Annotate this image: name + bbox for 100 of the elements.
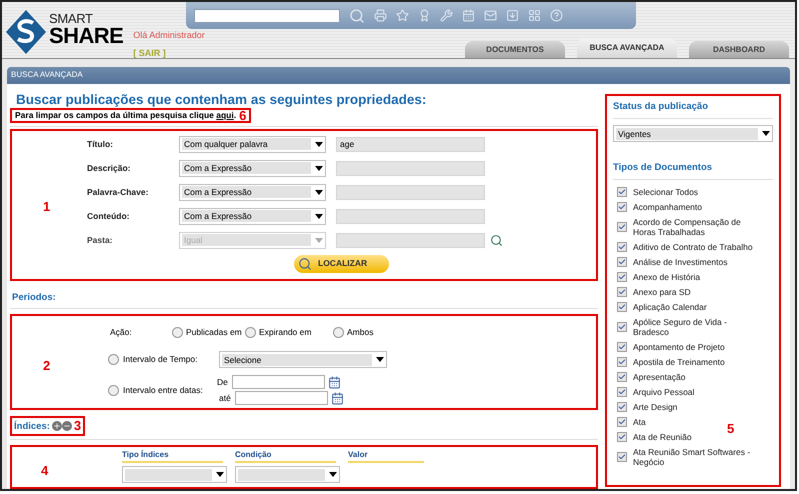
help-icon[interactable] [550, 9, 563, 22]
field-label: Palavra-Chave: [87, 186, 150, 199]
column-header: Tipo Índices [122, 449, 223, 463]
search-icon[interactable] [349, 8, 365, 24]
star-icon[interactable] [396, 9, 409, 22]
wrench-icon[interactable] [440, 9, 453, 22]
mail-icon[interactable] [484, 9, 497, 22]
field-label: Descrição: [87, 162, 132, 175]
checkbox-label: Aplicação Calendar [633, 302, 708, 312]
dropdown-caret-icon [315, 214, 323, 219]
checkbox[interactable] [617, 242, 627, 252]
calendar-icon[interactable] [328, 376, 341, 388]
checkbox[interactable] [617, 342, 627, 352]
checkbox[interactable] [617, 357, 627, 368]
dropdown[interactable] [122, 466, 227, 483]
checkbox-label: Ata Reunião Smart Softwares - Negócio [633, 447, 752, 468]
panel-title: Status da publicação [613, 100, 710, 114]
input-field[interactable] [336, 208, 485, 224]
checkbox-label: Aditivo de Contrato de Trabalho [633, 242, 754, 252]
radio-label: Intervalo entre datas: [123, 384, 204, 396]
radio-button[interactable] [245, 326, 256, 338]
checkbox[interactable] [617, 387, 627, 398]
checkbox[interactable] [617, 452, 627, 462]
date-label: De [217, 376, 229, 388]
checkbox[interactable] [617, 222, 627, 232]
tab[interactable]: DASHBOARD [689, 41, 789, 58]
dropdown-caret-icon [315, 166, 323, 171]
dropdown[interactable]: Selecione [219, 351, 387, 368]
grid-icon[interactable] [528, 9, 541, 22]
checkbox-label: Ata [633, 417, 647, 428]
dropdown-caret-icon [329, 472, 337, 477]
add-icon[interactable] [52, 421, 62, 431]
field-label: Pasta: [87, 234, 114, 247]
checkbox[interactable] [617, 287, 627, 298]
checkbox-label: Acompanhamento [633, 202, 703, 212]
field-label: Ação: [110, 326, 133, 339]
checkbox[interactable] [617, 272, 627, 282]
input-field[interactable] [336, 232, 485, 248]
search-field[interactable] [194, 8, 340, 22]
magnifier-icon [298, 256, 312, 271]
annotation-number: 4 [41, 462, 48, 480]
checkbox[interactable] [617, 257, 627, 268]
search-button[interactable]: LOCALIZAR [294, 254, 389, 273]
dropdown[interactable]: Com a Expressão [179, 160, 326, 177]
checkbox-label: Acordo de Compensação de Horas Trabalhadas [633, 217, 742, 238]
input-field[interactable] [336, 184, 485, 200]
input-field[interactable] [336, 160, 485, 176]
dropdown-caret-icon [315, 238, 323, 243]
dropdown-caret-icon [762, 131, 770, 136]
date-field[interactable] [232, 375, 325, 389]
checkbox[interactable] [617, 402, 627, 412]
panel-title: Tipos de Documentos [613, 161, 714, 175]
field-label: Título: [87, 138, 114, 151]
radio-button[interactable] [333, 326, 344, 338]
checkbox[interactable] [617, 187, 627, 198]
radio-button[interactable] [108, 384, 119, 396]
dropdown[interactable]: Com a Expressão [179, 208, 326, 225]
section-header-bar: BUSCA AVANÇADA [7, 66, 790, 84]
date-field[interactable] [235, 391, 328, 405]
dropdown-caret-icon [376, 357, 384, 362]
logo-text: SMART [49, 12, 94, 25]
radio-button[interactable] [172, 326, 183, 338]
clear-link[interactable]: aqui [216, 110, 234, 120]
clear-note-text: Para limpar os campos da última pesquisa clique aqui. [15, 108, 236, 122]
dropdown-caret-icon [216, 472, 224, 477]
checkbox-label: Selecionar Todos [633, 187, 700, 198]
folder-search-icon[interactable] [490, 234, 503, 247]
checkbox-label: Arquivo Pessoal [633, 387, 696, 398]
checkbox-label: Apresentação [633, 372, 686, 382]
checkbox-label: Anexo para SD [633, 287, 692, 298]
dropdown-caret-icon [315, 190, 323, 195]
printer-icon[interactable] [374, 9, 387, 22]
checkbox-label: Anexo de História [633, 272, 702, 282]
radio-label: Publicadas em [186, 326, 242, 339]
checkbox[interactable] [617, 202, 627, 212]
checkbox[interactable] [617, 417, 627, 428]
checkbox[interactable] [617, 432, 627, 442]
column-header: Valor [348, 449, 424, 463]
award-icon[interactable] [418, 9, 431, 22]
tab[interactable]: DOCUMENTOS [465, 41, 565, 58]
radio-label: Intervalo de Tempo: [123, 353, 198, 366]
input-field[interactable]: age [336, 136, 485, 152]
calendar-icon[interactable] [331, 392, 344, 404]
checkbox-label: Arte Design [633, 402, 678, 412]
checkbox[interactable] [617, 372, 627, 382]
dropdown[interactable]: Com qualquer palavra [179, 136, 326, 153]
page-heading: Buscar publicações que contenham as seguintes propriedades: [15, 92, 428, 108]
checkbox[interactable] [617, 302, 627, 312]
date-label: até [219, 392, 232, 404]
remove-icon[interactable] [62, 421, 72, 431]
dropdown[interactable]: Vigentes [613, 125, 773, 142]
checkbox-label: Apólice Seguro de Vida - Bradesco [633, 317, 728, 338]
annotation-number: 3 [74, 417, 82, 436]
radio-button[interactable] [108, 354, 119, 365]
checkbox-label: Apostila de Treinamento [633, 357, 726, 368]
tab[interactable]: BUSCA AVANÇADA [577, 38, 677, 58]
dropdown[interactable]: Com a Expressão [179, 184, 326, 201]
download-icon[interactable] [506, 9, 519, 22]
dropdown[interactable] [235, 466, 340, 483]
checkbox[interactable] [617, 322, 627, 332]
